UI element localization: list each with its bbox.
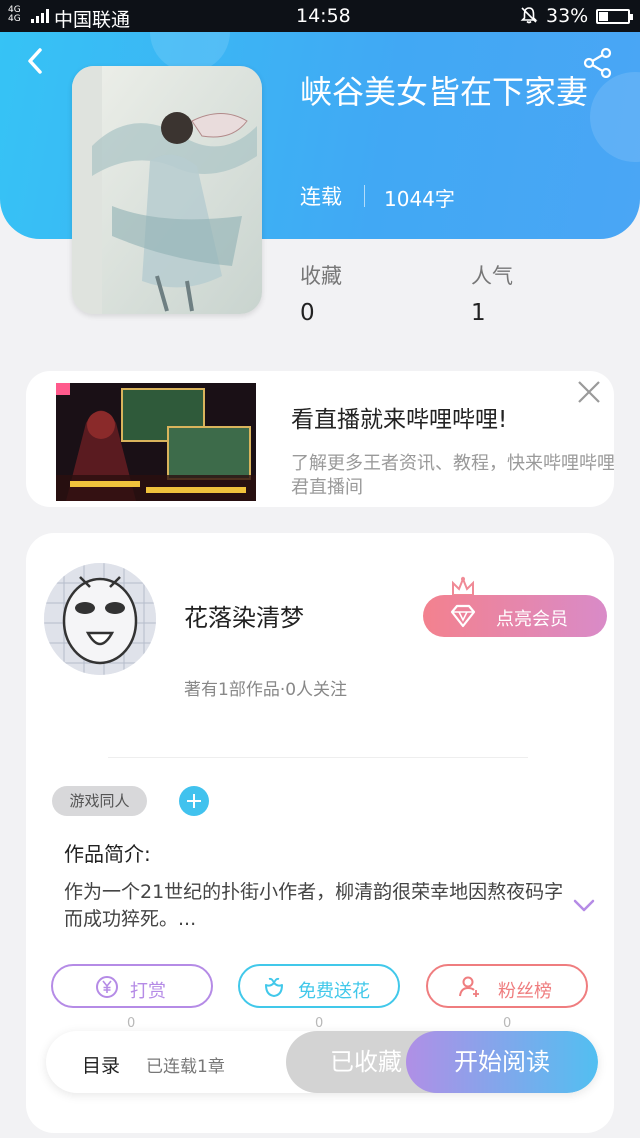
author-meta: 著有1部作品·0人关注	[184, 680, 348, 700]
signal-icon	[31, 9, 49, 23]
flower-icon	[265, 977, 283, 997]
clock: 14:58	[296, 5, 351, 27]
vip-label: 点亮会员	[496, 609, 568, 630]
yen-coin-icon	[96, 976, 118, 998]
author-name[interactable]: 花落染清梦	[184, 598, 304, 633]
diamond-icon	[450, 604, 476, 628]
start-reading-button[interactable]: 开始阅读	[406, 1031, 598, 1093]
carrier-name: 中国联通	[54, 9, 131, 31]
bottom-action-bar: 目录 已连载1章 已收藏 开始阅读	[46, 1031, 598, 1093]
book-title: 峡谷美女皆在下家妻	[300, 73, 589, 111]
intro-text: 作为一个21世纪的扑街小作者，柳清韵很荣幸地因熬夜码字而成功猝死。...	[64, 881, 564, 930]
divider	[364, 185, 365, 207]
ad-banner[interactable]: 看直播就来哔哩哔哩! 了解更多王者资讯、教程，快来哔哩哔哩进入黑哲君直播间	[26, 371, 614, 507]
back-button[interactable]	[22, 44, 50, 78]
add-tag-button[interactable]	[179, 786, 209, 816]
tip-count: 0	[127, 1016, 136, 1031]
toc-button[interactable]: 目录	[82, 1051, 120, 1078]
ad-image[interactable]	[56, 383, 256, 501]
fan-ranking-label: 粉丝榜	[498, 981, 552, 1002]
flower-count: 0	[315, 1016, 324, 1031]
status-bar: 4G 4G 中国联通 14:58 33%	[0, 0, 640, 32]
fan-count: 0	[503, 1016, 512, 1031]
ad-title[interactable]: 看直播就来哔哩哔哩!	[291, 400, 507, 434]
popularity-count: 1	[471, 300, 486, 326]
popularity-label: 人气	[471, 264, 513, 288]
divider	[108, 757, 528, 758]
favorites-label: 收藏	[300, 264, 342, 288]
tip-button[interactable]: 打赏	[51, 964, 213, 1008]
chevron-down-icon[interactable]	[572, 898, 596, 914]
word-count: 1044字	[384, 187, 455, 211]
ad-description: 了解更多王者资讯、教程，快来哔哩哔哩进入黑哲君直播间	[291, 453, 614, 498]
network-indicator: 4G 4G	[8, 5, 21, 24]
send-flower-label: 免费送花	[298, 981, 370, 1002]
battery-icon	[596, 9, 633, 24]
intro-heading: 作品简介:	[64, 842, 151, 866]
fan-ranking-button[interactable]: 粉丝榜	[426, 964, 588, 1008]
send-flower-button[interactable]: 免费送花	[238, 964, 400, 1008]
book-cover[interactable]	[72, 66, 262, 314]
tip-label: 打赏	[130, 981, 166, 1002]
vip-button[interactable]: 点亮会员	[423, 595, 607, 637]
mute-bell-icon	[520, 7, 538, 24]
fan-user-icon	[459, 976, 479, 997]
book-status: 连载	[300, 185, 342, 209]
author-avatar[interactable]	[44, 563, 156, 675]
favorites-count: 0	[300, 300, 315, 326]
battery-percent: 33%	[546, 5, 589, 27]
chapter-count: 已连载1章	[146, 1057, 225, 1077]
close-icon[interactable]	[574, 377, 604, 407]
genre-tag[interactable]: 游戏同人	[52, 786, 147, 816]
